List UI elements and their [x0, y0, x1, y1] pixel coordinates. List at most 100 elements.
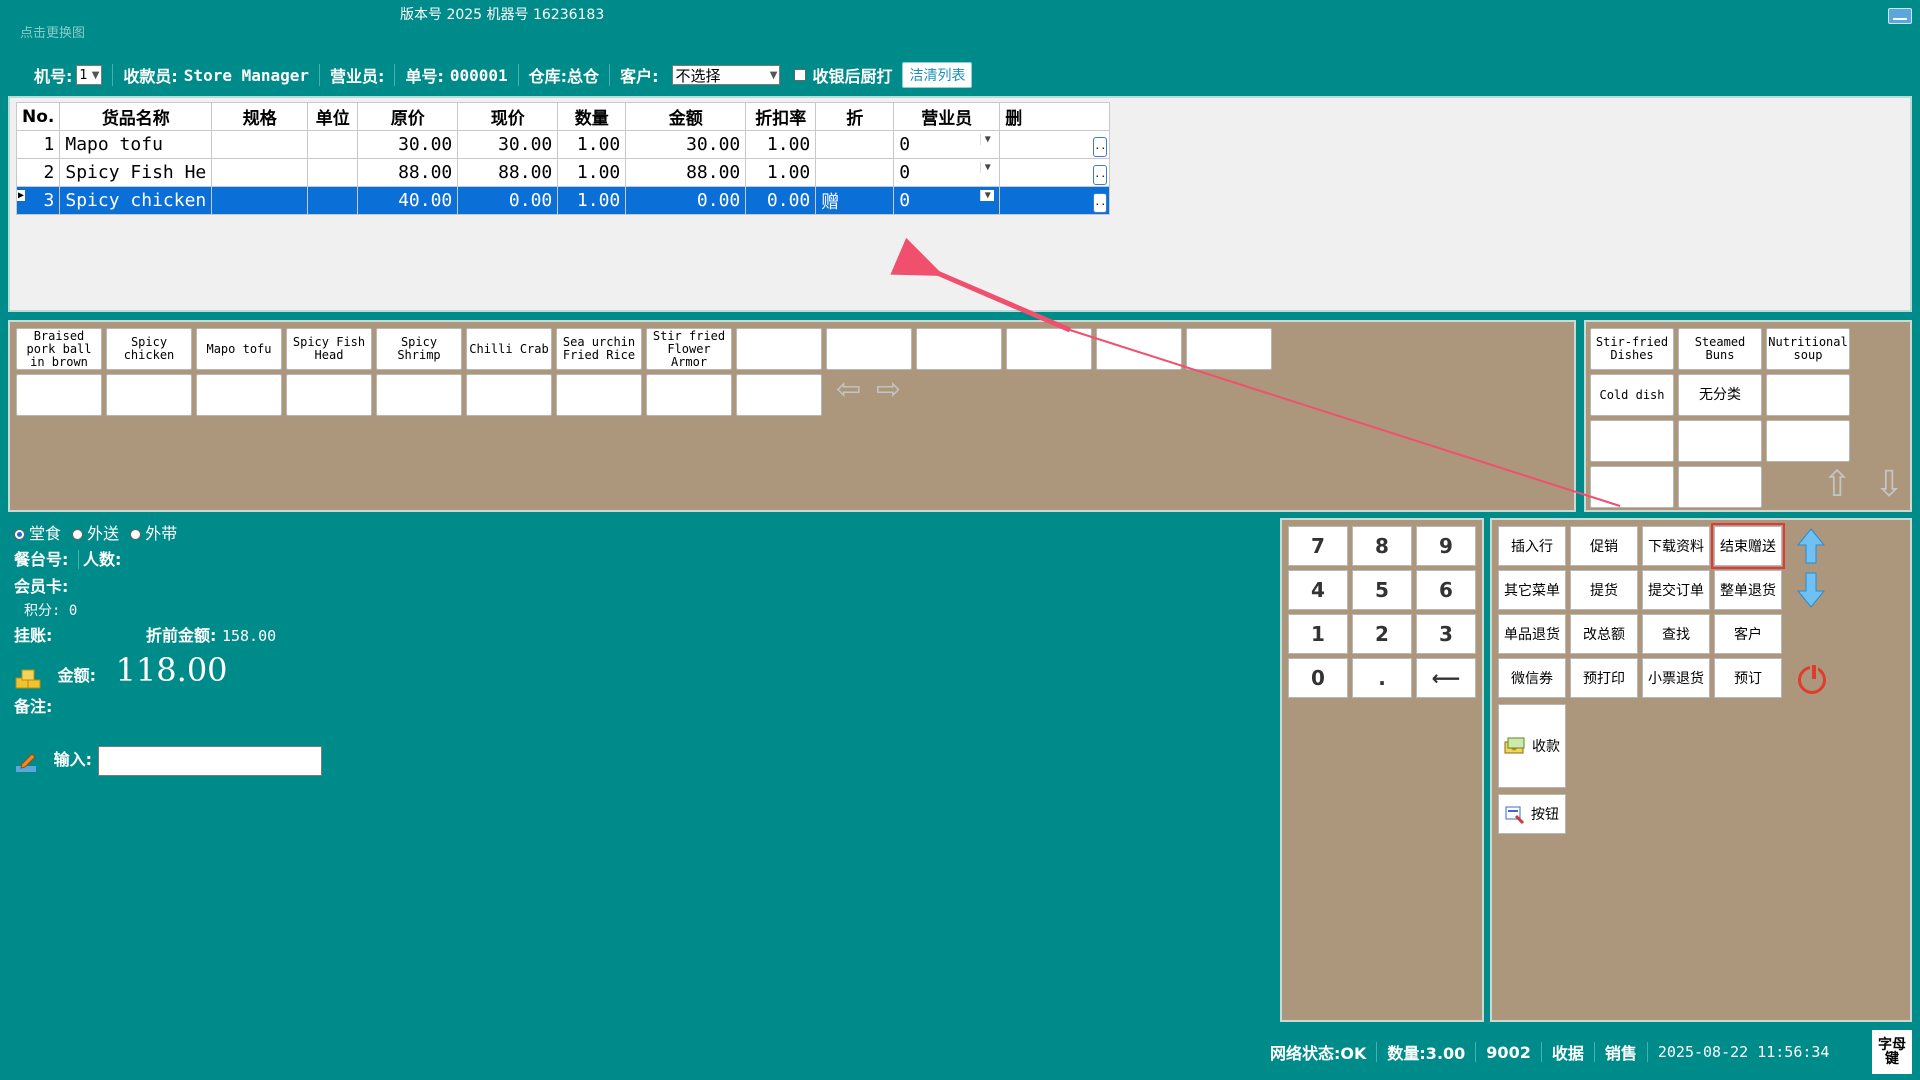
- item-discount-rate[interactable]: 1.00: [745, 158, 817, 187]
- item-quantity[interactable]: 1.00: [557, 158, 627, 187]
- dish-button-empty[interactable]: [16, 374, 102, 416]
- dish-button-empty[interactable]: [556, 374, 642, 416]
- item-original-price[interactable]: 40.00: [357, 186, 459, 215]
- column-header[interactable]: No.: [15, 102, 61, 131]
- item-quantity[interactable]: 1.00: [557, 186, 627, 215]
- item-current-price[interactable]: 0.00: [457, 186, 559, 215]
- buttons-setup-button[interactable]: 按钮: [1498, 794, 1566, 834]
- item-spec[interactable]: [211, 186, 309, 215]
- column-header[interactable]: 规格: [211, 102, 309, 131]
- column-header[interactable]: 单位: [307, 102, 359, 131]
- item-return-button[interactable]: 单品退货: [1498, 614, 1566, 654]
- end-gift-button[interactable]: 结束赠送: [1711, 523, 1785, 569]
- arrow-down-icon[interactable]: ⇩: [1874, 464, 1904, 505]
- other-menu-button[interactable]: 其它菜单: [1498, 570, 1566, 610]
- item-unit[interactable]: [307, 186, 359, 215]
- category-button-empty[interactable]: [1590, 466, 1674, 508]
- column-header[interactable]: 原价: [357, 102, 459, 131]
- item-current-price[interactable]: 88.00: [457, 158, 559, 187]
- dish-button-empty[interactable]: [376, 374, 462, 416]
- dish-button-empty[interactable]: [916, 328, 1002, 370]
- dish-button-empty[interactable]: [736, 374, 822, 416]
- backspace-key[interactable]: ⟵: [1416, 658, 1476, 698]
- arrow-up-icon[interactable]: ⇧: [1822, 464, 1852, 505]
- column-header[interactable]: 折扣率: [745, 102, 817, 131]
- item-spec[interactable]: [211, 158, 309, 187]
- chevron-down-icon[interactable]: ▼: [980, 162, 994, 173]
- dish-button-empty[interactable]: [736, 328, 822, 370]
- key-7[interactable]: 7: [1288, 526, 1348, 566]
- wechat-coupon-button[interactable]: 微信券: [1498, 658, 1566, 698]
- customer-select[interactable]: 不选择 ▼: [672, 65, 781, 85]
- category-button[interactable]: 无分类: [1678, 374, 1762, 416]
- chevron-down-icon[interactable]: ▼: [980, 134, 994, 145]
- table-row[interactable]: 1 Mapo tofu 30.00 30.00 1.00 30.00 1.00 …: [15, 130, 1111, 159]
- item-original-price[interactable]: 88.00: [357, 158, 459, 187]
- dish-button-empty[interactable]: [1096, 328, 1182, 370]
- item-staff-cell[interactable]: 0 ▼: [893, 186, 1001, 215]
- receipt-return-button[interactable]: 小票退货: [1642, 658, 1710, 698]
- search-button[interactable]: 查找: [1642, 614, 1710, 654]
- category-button-empty[interactable]: [1678, 466, 1762, 508]
- category-button[interactable]: Stir-fried Dishes: [1590, 328, 1674, 370]
- machine-select[interactable]: 1 ▼: [76, 65, 103, 85]
- category-button-empty[interactable]: [1590, 420, 1674, 462]
- scroll-up-icon[interactable]: [1794, 526, 1828, 566]
- submit-order-button[interactable]: 提交订单: [1642, 570, 1710, 610]
- item-name[interactable]: Mapo tofu: [59, 130, 213, 159]
- dish-button-empty[interactable]: [646, 374, 732, 416]
- category-button[interactable]: Steamed Buns: [1678, 328, 1762, 370]
- dish-button[interactable]: Stir fried Flower Armor: [646, 328, 732, 370]
- key-4[interactable]: 4: [1288, 570, 1348, 610]
- category-button-empty[interactable]: [1766, 420, 1850, 462]
- customer-button[interactable]: 客户: [1714, 614, 1782, 654]
- dish-button[interactable]: Sea urchin Fried Rice: [556, 328, 642, 370]
- category-button-empty[interactable]: [1766, 374, 1850, 416]
- column-header[interactable]: 折: [815, 102, 895, 131]
- item-spec[interactable]: [211, 130, 309, 159]
- chevron-down-icon[interactable]: ▼: [980, 190, 995, 201]
- insert-row-button[interactable]: 插入行: [1498, 526, 1566, 566]
- key-0[interactable]: 0: [1288, 658, 1348, 698]
- item-name[interactable]: Spicy Fish He: [59, 158, 213, 187]
- dish-button-empty[interactable]: [1186, 328, 1272, 370]
- item-amount[interactable]: 30.00: [625, 130, 747, 159]
- dish-button-empty[interactable]: [106, 374, 192, 416]
- radio-delivery[interactable]: [72, 529, 84, 540]
- dish-button[interactable]: Spicy Shrimp: [376, 328, 462, 370]
- dish-button-empty[interactable]: [826, 328, 912, 370]
- item-amount[interactable]: 88.00: [625, 158, 747, 187]
- dish-button-empty[interactable]: [466, 374, 552, 416]
- item-discount-flag[interactable]: 赠: [815, 186, 895, 215]
- minimize-icon[interactable]: [1888, 8, 1912, 24]
- item-staff-cell[interactable]: 0 ▼: [893, 130, 1001, 159]
- item-unit[interactable]: [307, 130, 359, 159]
- key-2[interactable]: 2: [1352, 614, 1412, 654]
- pre-print-button[interactable]: 预打印: [1570, 658, 1638, 698]
- item-discount-rate[interactable]: 1.00: [745, 130, 817, 159]
- logo-badge[interactable]: 点击更换图: [20, 22, 90, 42]
- promotion-button[interactable]: 促销: [1570, 526, 1638, 566]
- item-unit[interactable]: [307, 158, 359, 187]
- arrow-left-icon[interactable]: ⇦: [836, 372, 861, 407]
- ime-toggle-button[interactable]: 字母 键: [1872, 1030, 1912, 1074]
- dish-button[interactable]: Braised pork ball in brown: [16, 328, 102, 370]
- column-header[interactable]: 货品名称: [59, 102, 213, 131]
- key-9[interactable]: 9: [1416, 526, 1476, 566]
- item-current-price[interactable]: 30.00: [457, 130, 559, 159]
- delete-row-button[interactable]: ..: [1093, 136, 1108, 157]
- dish-button[interactable]: Spicy Fish Head: [286, 328, 372, 370]
- table-row[interactable]: 2 Spicy Fish He 88.00 88.00 1.00 88.00 1…: [15, 158, 1111, 187]
- item-amount[interactable]: 0.00: [625, 186, 747, 215]
- key-3[interactable]: 3: [1416, 614, 1476, 654]
- key-6[interactable]: 6: [1416, 570, 1476, 610]
- radio-dine-in[interactable]: [14, 529, 25, 540]
- scroll-down-icon[interactable]: [1794, 570, 1828, 610]
- order-table[interactable]: No. 货品名称 规格 单位 原价 现价 数量 金额 折扣率 折 营业员 删 1…: [15, 102, 1111, 215]
- category-button-empty[interactable]: [1678, 420, 1762, 462]
- pickup-button[interactable]: 提货: [1570, 570, 1638, 610]
- item-staff-cell[interactable]: 0 ▼: [893, 158, 1001, 187]
- dish-button[interactable]: Mapo tofu: [196, 328, 282, 370]
- column-header[interactable]: 现价: [457, 102, 559, 131]
- category-button[interactable]: Nutritional soup: [1766, 328, 1850, 370]
